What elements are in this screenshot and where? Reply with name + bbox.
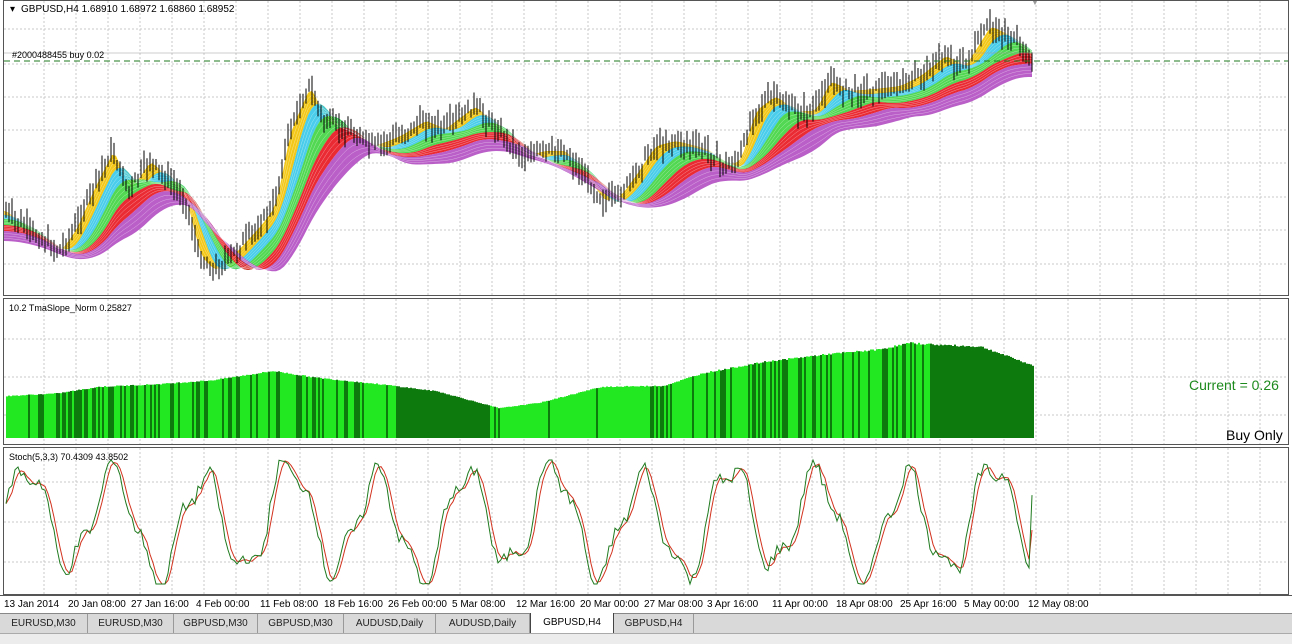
time-axis-tick: 5 May 00:00 bbox=[964, 599, 1020, 610]
time-axis-tick: 11 Apr 00:00 bbox=[772, 599, 828, 610]
time-axis-tick: 4 Feb 00:00 bbox=[196, 599, 250, 610]
status-bar bbox=[0, 633, 1292, 644]
chart-tab[interactable]: AUDUSD,Daily bbox=[344, 614, 436, 633]
time-axis-tick: 12 May 08:00 bbox=[1028, 599, 1089, 610]
tmaslope-signal-text: Buy Only bbox=[1226, 427, 1283, 443]
time-axis-tick: 12 Mar 16:00 bbox=[516, 599, 575, 610]
time-axis-tick: 3 Apr 16:00 bbox=[707, 599, 759, 610]
grid-lines bbox=[4, 1, 1288, 295]
chart-dropdown-arrow-icon[interactable]: ▾ bbox=[10, 4, 15, 15]
tmaslope-header: 10.2 TmaSlope_Norm 0.25827 bbox=[9, 303, 132, 313]
chart-tab[interactable]: GBPUSD,H4 bbox=[614, 614, 694, 633]
time-axis-tick: 26 Feb 00:00 bbox=[388, 599, 447, 610]
price-chart-canvas[interactable] bbox=[4, 1, 1289, 296]
price-chart-header: GBPUSD,H4 1.68910 1.68972 1.68860 1.6895… bbox=[21, 4, 235, 15]
stochastic-indicator-pane[interactable]: Stoch(5,3,3) 70.4309 43.8502 bbox=[3, 447, 1289, 595]
tmaslope-histogram bbox=[4, 299, 1288, 444]
chart-tab-bar: EURUSD,M30 EURUSD,M30 GBPUSD,M30 GBPUSD,M30… bbox=[0, 613, 1292, 634]
chart-tab[interactable]: GBPUSD,M30 bbox=[258, 614, 344, 633]
stochastic-signal-line bbox=[5, 460, 1033, 585]
time-axis-tick: 18 Feb 16:00 bbox=[324, 599, 383, 610]
stochastic-main-line bbox=[5, 458, 1033, 586]
shift-marker-icon[interactable]: ▼ bbox=[1030, 1, 1040, 8]
time-axis-tick: 18 Apr 08:00 bbox=[836, 599, 893, 610]
order-line-label: #2000488455 buy 0.02 bbox=[12, 50, 105, 60]
time-axis: 13 Jan 2014 20 Jan 08:00 27 Jan 16:00 4 Feb… bbox=[0, 595, 1292, 614]
time-axis-tick: 20 Mar 00:00 bbox=[580, 599, 639, 610]
time-axis-tick: 5 Mar 08:00 bbox=[452, 599, 506, 610]
time-axis-tick: 11 Feb 08:00 bbox=[260, 599, 319, 610]
time-axis-tick: 13 Jan 2014 bbox=[4, 599, 60, 610]
price-candles bbox=[5, 9, 1033, 281]
stochastic-header: Stoch(5,3,3) 70.4309 43.8502 bbox=[9, 452, 129, 462]
time-axis-tick: 27 Jan 16:00 bbox=[131, 599, 189, 610]
tmaslope-indicator-pane[interactable]: 10.2 TmaSlope_Norm 0.25827 Current = 0.2… bbox=[3, 298, 1289, 445]
chart-tab[interactable]: EURUSD,M30 bbox=[0, 614, 88, 633]
time-axis-tick: 20 Jan 08:00 bbox=[68, 599, 126, 610]
time-axis-tick: 25 Apr 16:00 bbox=[900, 599, 957, 610]
chart-tab[interactable]: GBPUSD,M30 bbox=[174, 614, 258, 633]
price-chart-pane[interactable]: ▾ GBPUSD,H4 1.68910 1.68972 1.68860 1.68… bbox=[3, 0, 1289, 296]
chart-tab-active[interactable]: GBPUSD,H4 bbox=[530, 613, 614, 634]
chart-tab[interactable]: AUDUSD,Daily bbox=[436, 614, 530, 633]
tmaslope-bars bbox=[6, 342, 1034, 438]
chart-tab[interactable]: EURUSD,M30 bbox=[88, 614, 174, 633]
time-axis-tick: 27 Mar 08:00 bbox=[644, 599, 703, 610]
tmaslope-current-value: Current = 0.26 bbox=[1189, 377, 1279, 393]
stochastic-lines bbox=[4, 448, 1288, 594]
